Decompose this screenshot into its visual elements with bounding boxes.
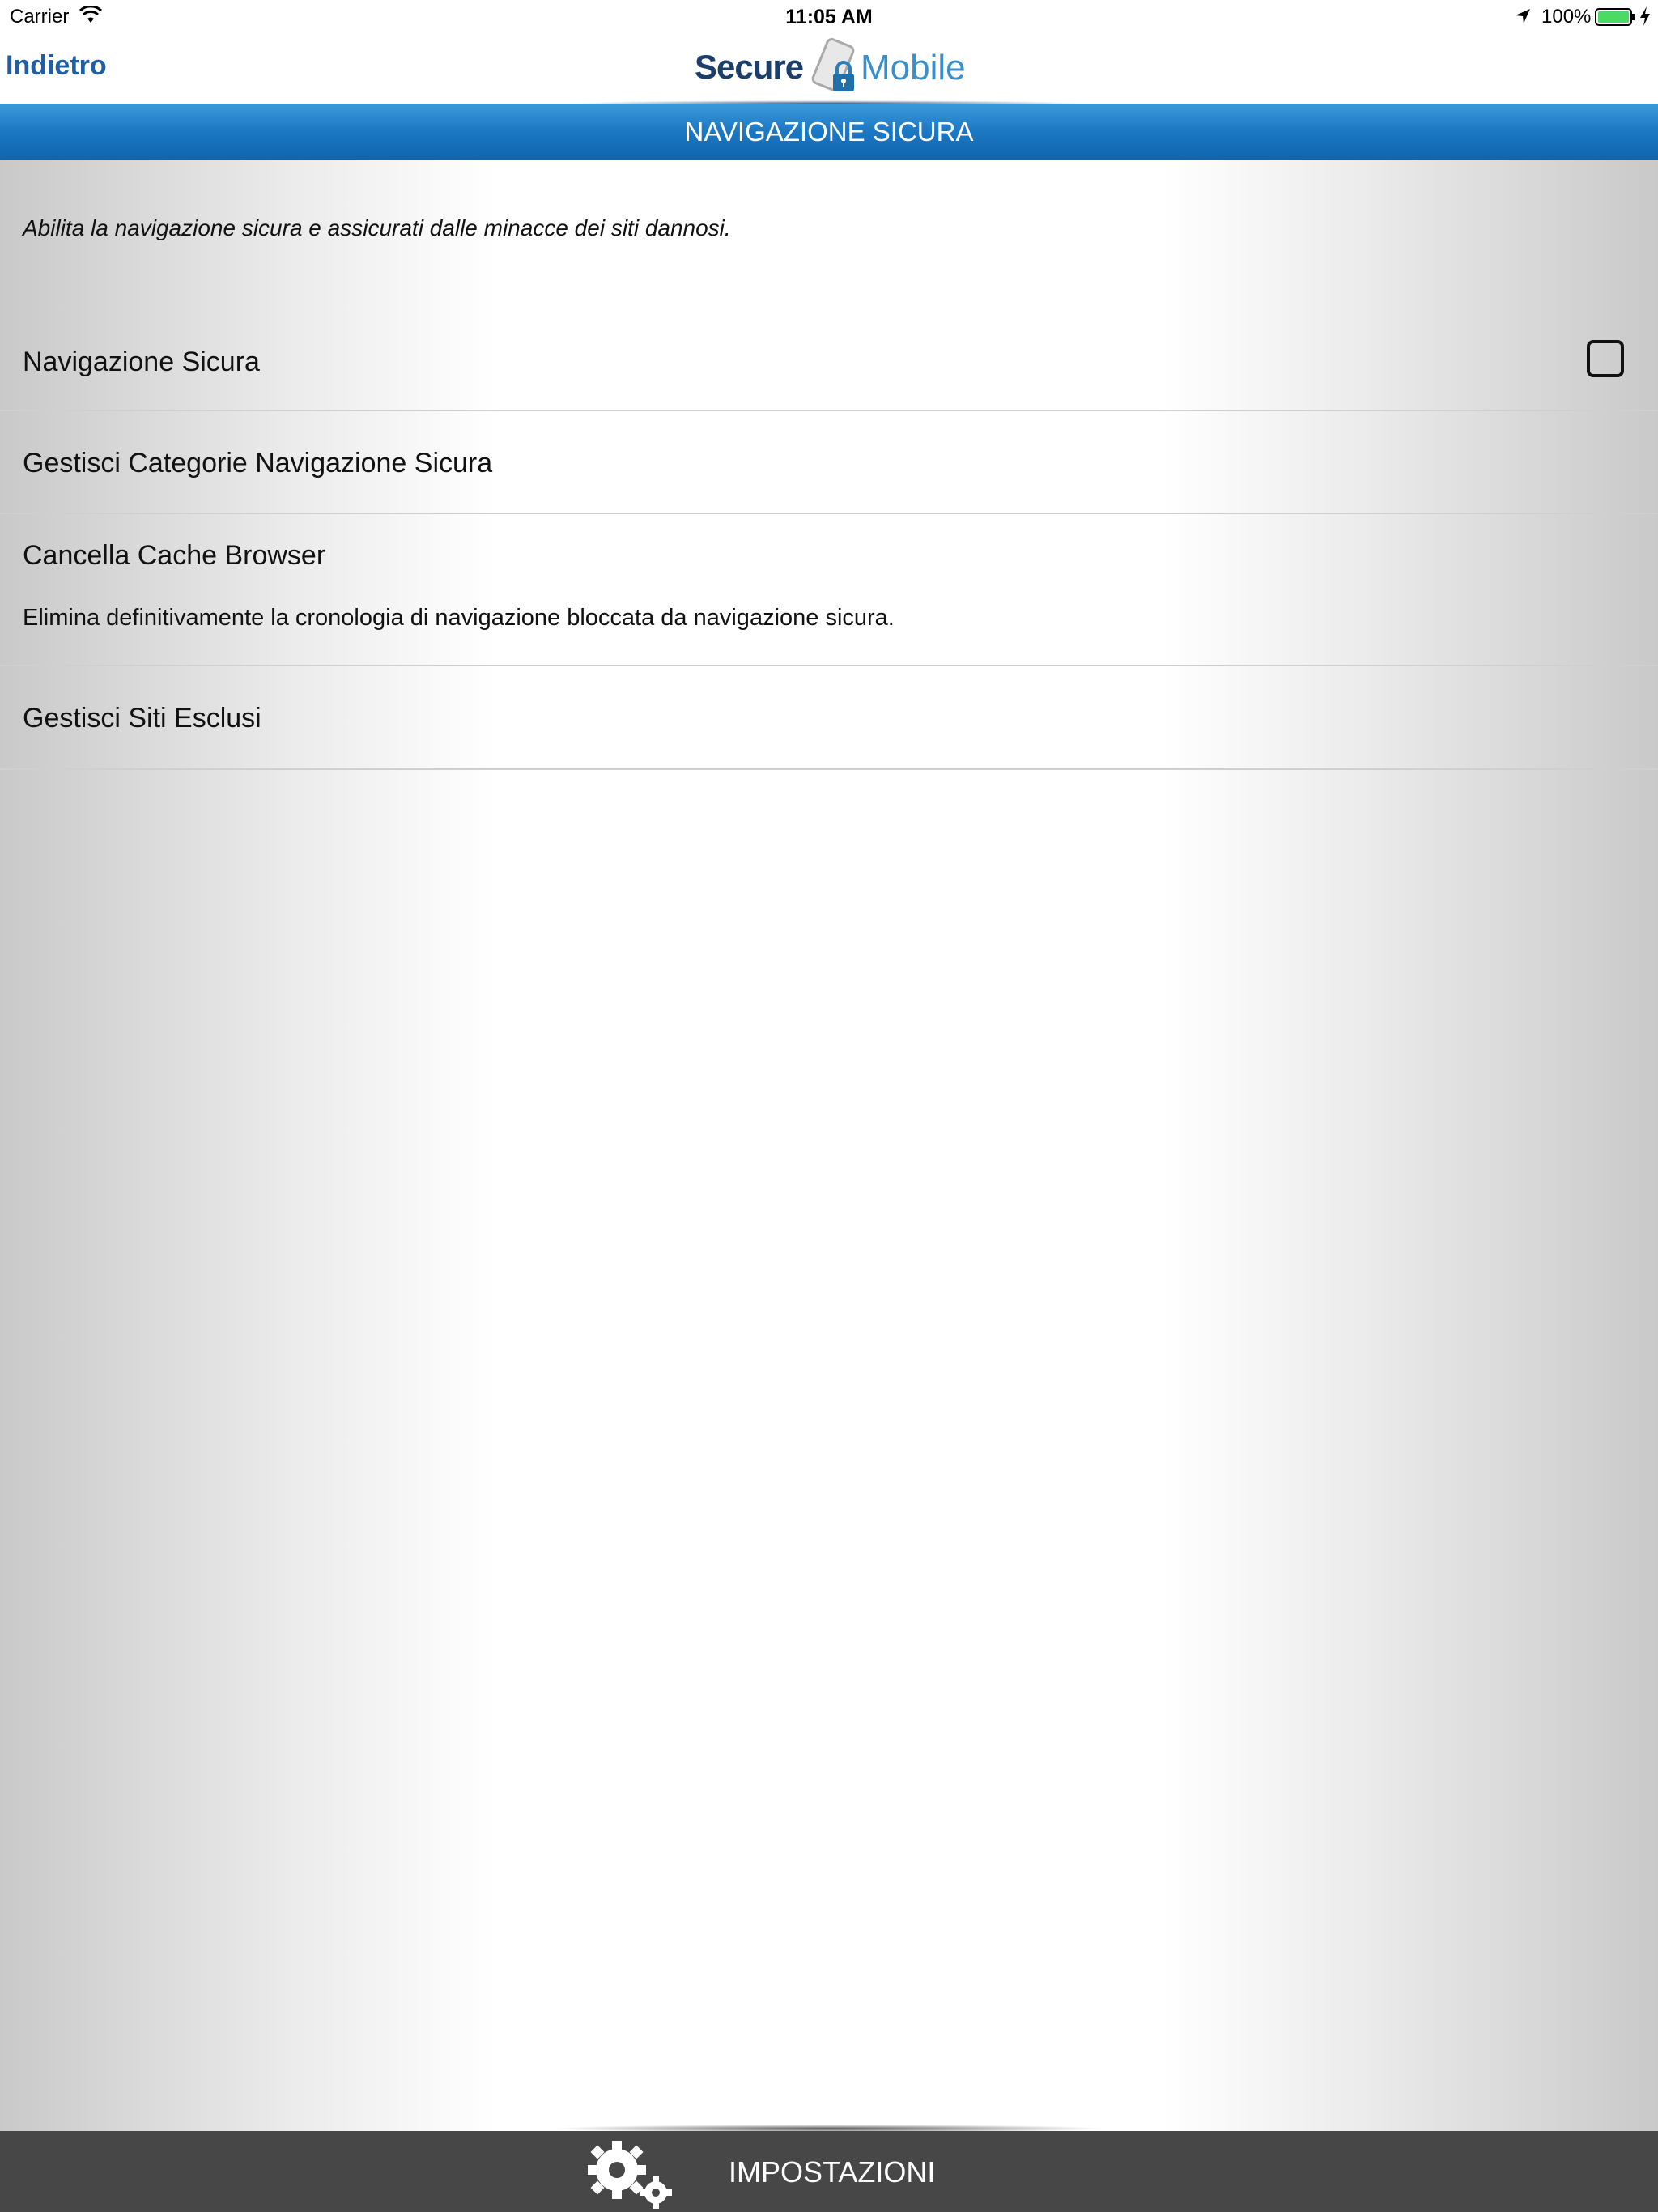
row-gestisci-siti-esclusi[interactable]: Gestisci Siti Esclusi [0,666,1658,770]
logo-mobile-text: Mobile [861,48,966,87]
row-label: Cancella Cache Browser [23,540,326,571]
location-arrow-icon [1514,7,1532,31]
status-time: 11:05 AM [785,6,873,28]
navigazione-sicura-checkbox[interactable] [1587,340,1624,377]
status-bar: Carrier 11:05 AM 100% [0,0,1658,32]
logo-secure-text: Secure [695,48,804,86]
row-gestisci-categorie[interactable]: Gestisci Categorie Navigazione Sicura [0,411,1658,514]
gears-icon [581,2133,678,2212]
navigation-bar: Indietro Secure Mobile [0,32,1658,102]
tab-impostazioni-label: IMPOSTAZIONI [729,2155,936,2189]
row-sublabel: Elimina definitivamente la cronologia di… [23,605,895,631]
settings-content: Abilita la navigazione sicura e assicura… [0,160,1658,2131]
row-navigazione-sicura[interactable]: Navigazione Sicura [0,314,1658,411]
battery-percent: 100% [1541,6,1592,28]
row-label: Gestisci Categorie Navigazione Sicura [23,448,493,479]
phone-lock-icon [808,36,865,102]
row-cancella-cache[interactable]: Cancella Cache Browser Elimina definitiv… [0,514,1658,666]
row-label: Gestisci Siti Esclusi [23,703,261,734]
row-label: Navigazione Sicura [23,347,260,377]
battery-icon [1595,8,1635,32]
secure-mobile-logo: Secure Mobile [695,36,970,98]
intro-description: Abilita la navigazione sicura e assicura… [23,215,731,240]
back-button[interactable]: Indietro [6,50,107,82]
tab-bar[interactable]: IMPOSTAZIONI [0,2131,1658,2212]
charging-bolt-icon [1639,6,1652,32]
page-title-banner: NAVIGAZIONE SICURA [0,104,1658,160]
